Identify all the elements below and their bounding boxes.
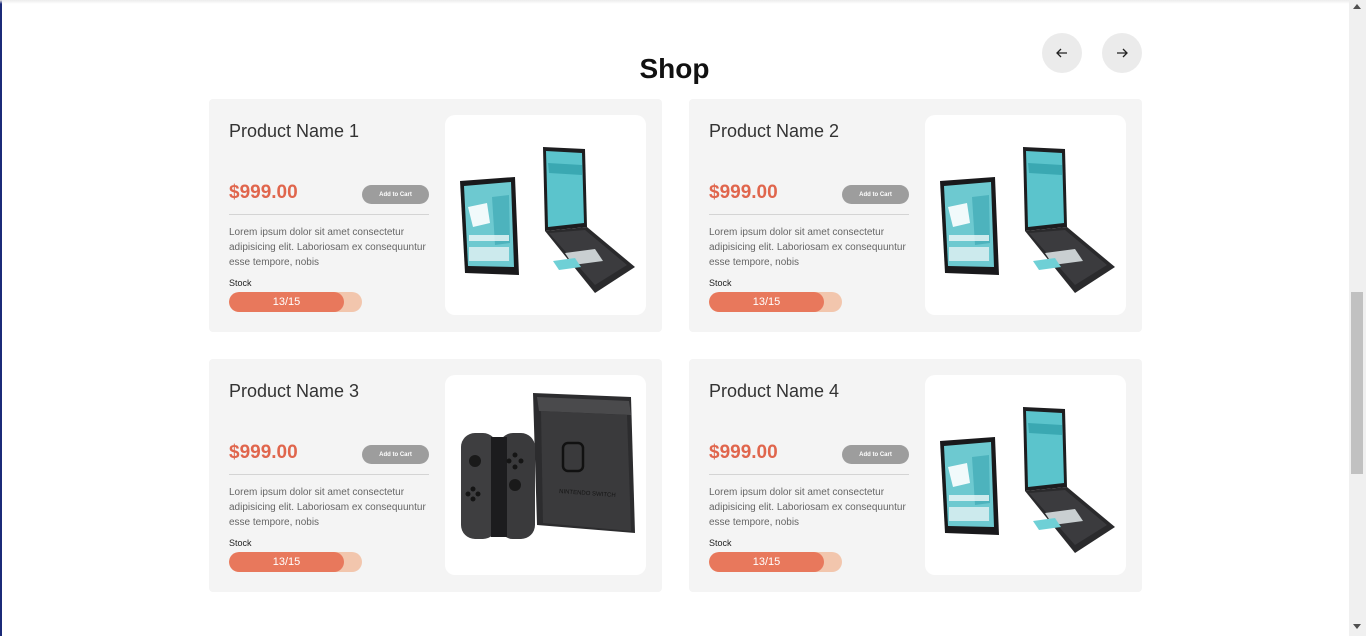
stock-progress-fill: 13/15 xyxy=(229,292,344,312)
tablet-laptop-image xyxy=(940,407,1115,553)
product-price: $999.00 xyxy=(709,182,778,203)
stock-label: Stock xyxy=(709,538,732,548)
product-description: Lorem ipsum dolor sit amet consectetur a… xyxy=(709,227,906,268)
stock-progress-bar: 13/15 xyxy=(709,552,842,572)
arrow-right-icon xyxy=(1117,48,1128,58)
product-card: Product Name 2 $999.00 Add to Cart Lorem… xyxy=(689,99,1142,332)
stock-progress-bar: 13/15 xyxy=(229,552,362,572)
product-description: Lorem ipsum dolor sit amet consectetur a… xyxy=(229,227,426,268)
tablet-graphic xyxy=(460,177,519,275)
product-image-tablet-laptop[interactable] xyxy=(925,115,1126,315)
tablet-laptop-image xyxy=(940,147,1115,293)
game-console-image: NINTENDO SWITCH xyxy=(461,393,635,539)
stock-progress-bar: 13/15 xyxy=(229,292,362,312)
product-image-tablet-laptop[interactable] xyxy=(925,375,1126,575)
page-title: Shop xyxy=(639,52,710,84)
divider xyxy=(709,214,909,215)
scroll-up-arrow-icon[interactable] xyxy=(1353,4,1361,9)
add-to-cart-button[interactable]: Add to Cart xyxy=(842,445,909,464)
arrow-left-icon xyxy=(1056,48,1067,58)
scroll-thumb[interactable] xyxy=(1351,292,1363,474)
product-image-game-console[interactable]: NINTENDO SWITCH xyxy=(445,375,646,575)
stock-progress-fill: 13/15 xyxy=(709,552,824,572)
add-to-cart-button[interactable]: Add to Cart xyxy=(842,185,909,204)
scroll-down-arrow-icon[interactable] xyxy=(1353,624,1361,629)
product-card: Product Name 1 $999.00 Add to Cart Lorem… xyxy=(209,99,662,332)
product-card: Product Name 3 $999.00 Add to Cart Lorem… xyxy=(209,359,662,592)
laptop-graphic xyxy=(1023,407,1115,553)
stock-label: Stock xyxy=(229,538,252,548)
product-price: $999.00 xyxy=(709,442,778,463)
stock-progress-bar: 13/15 xyxy=(709,292,842,312)
divider xyxy=(229,214,429,215)
tablet-graphic xyxy=(940,177,999,275)
product-name[interactable]: Product Name 2 xyxy=(709,121,839,142)
stock-label: Stock xyxy=(229,278,252,288)
header-shadow xyxy=(0,0,1349,4)
console-dock-graphic: NINTENDO SWITCH xyxy=(533,393,635,533)
tablet-laptop-image xyxy=(460,147,635,293)
stock-label: Stock xyxy=(709,278,732,288)
laptop-graphic xyxy=(543,147,635,293)
next-button[interactable] xyxy=(1102,33,1142,73)
product-name[interactable]: Product Name 3 xyxy=(229,381,359,402)
product-name[interactable]: Product Name 1 xyxy=(229,121,359,142)
product-price: $999.00 xyxy=(229,442,298,463)
add-to-cart-button[interactable]: Add to Cart xyxy=(362,445,429,464)
product-description: Lorem ipsum dolor sit amet consectetur a… xyxy=(709,487,906,528)
divider xyxy=(709,474,909,475)
stock-count: 13/15 xyxy=(752,556,781,568)
stock-count: 13/15 xyxy=(272,556,301,568)
product-name[interactable]: Product Name 4 xyxy=(709,381,839,402)
stock-progress-fill: 13/15 xyxy=(709,292,824,312)
product-image-tablet-laptop[interactable] xyxy=(445,115,646,315)
stock-progress-fill: 13/15 xyxy=(229,552,344,572)
add-to-cart-button[interactable]: Add to Cart xyxy=(362,185,429,204)
controller-graphic xyxy=(461,433,535,539)
product-price: $999.00 xyxy=(229,182,298,203)
vertical-scrollbar[interactable] xyxy=(1349,0,1366,636)
stock-count: 13/15 xyxy=(752,296,781,308)
tablet-graphic xyxy=(940,437,999,535)
product-description: Lorem ipsum dolor sit amet consectetur a… xyxy=(229,487,426,528)
product-card: Product Name 4 $999.00 Add to Cart Lorem… xyxy=(689,359,1142,592)
stock-count: 13/15 xyxy=(272,296,301,308)
divider xyxy=(229,474,429,475)
laptop-graphic xyxy=(1023,147,1115,293)
window-left-edge xyxy=(0,0,2,636)
prev-button[interactable] xyxy=(1042,33,1082,73)
